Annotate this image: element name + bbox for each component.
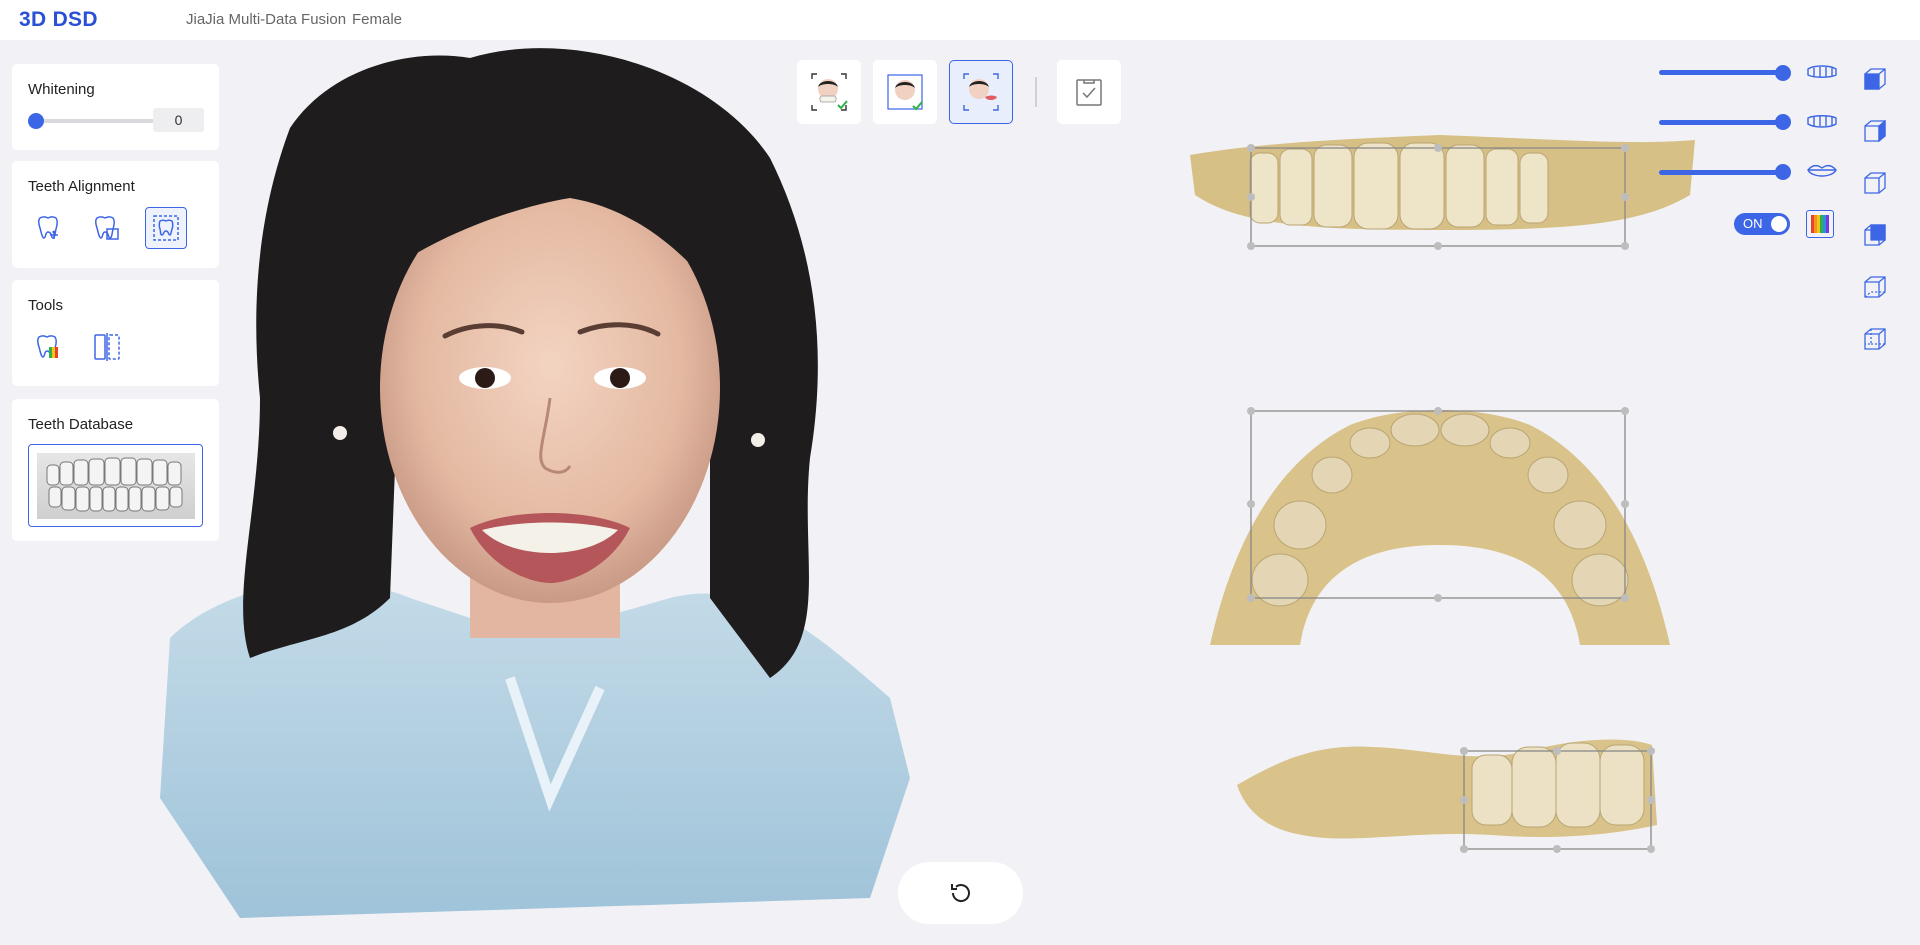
face-teeth-fusion-icon [811, 73, 848, 111]
view-back-icon [1864, 328, 1886, 350]
teeth-database-title: Teeth Database [28, 416, 134, 433]
tooth-move-icon [38, 216, 58, 239]
color-map-button[interactable] [1806, 210, 1834, 238]
whitening-slider-track[interactable] [30, 119, 154, 123]
tooth-color-map-button[interactable] [28, 326, 70, 368]
teeth-alignment-title: Teeth Alignment [28, 178, 135, 195]
view-bottom-icon [1864, 276, 1886, 298]
face-smile-design-button[interactable] [949, 60, 1013, 124]
toolbar-divider [1035, 77, 1037, 107]
lips-icon [1806, 162, 1838, 187]
tooth-copy-button[interactable] [86, 207, 128, 249]
display-toggle-label: ON [1743, 216, 1763, 231]
tooth-move-button[interactable] [28, 207, 70, 249]
arch-side-view[interactable] [1232, 735, 1662, 855]
clipboard-check-icon [1076, 79, 1102, 106]
lower-jaw-opacity-slider[interactable] [1659, 120, 1783, 125]
view-back-button[interactable] [1862, 326, 1888, 352]
occlusal-arch-view[interactable] [1210, 405, 1670, 645]
upper-jaw-opacity-slider[interactable] [1659, 70, 1783, 75]
upper-jaw-opacity-knob[interactable] [1775, 65, 1791, 81]
face-3d-model[interactable] [150, 38, 930, 938]
reset-button[interactable] [898, 862, 1023, 924]
view-top-button[interactable] [1862, 222, 1888, 248]
tooth-copy-icon [95, 216, 119, 240]
view-front-icon [1864, 68, 1886, 90]
view-left-icon [1864, 172, 1886, 194]
view-top-icon [1864, 224, 1886, 246]
color-spectrum-icon [1811, 215, 1829, 233]
project-name: JiaJia Multi-Data Fusion [186, 11, 347, 28]
display-toggle[interactable]: ON [1734, 213, 1790, 235]
face-teeth-fusion-button[interactable] [797, 60, 861, 124]
view-right-button[interactable] [1862, 118, 1888, 144]
lower-jaw-icon [1806, 113, 1838, 134]
lips-opacity-slider[interactable] [1659, 170, 1783, 175]
lower-jaw-opacity-knob[interactable] [1775, 114, 1791, 130]
mirror-split-icon [94, 333, 120, 361]
face-smile-design-icon [963, 73, 999, 111]
view-right-icon [1864, 119, 1886, 143]
tooth-color-map-icon [37, 335, 58, 358]
tools-title: Tools [28, 297, 64, 314]
view-front-button[interactable] [1862, 66, 1888, 92]
lips-opacity-knob[interactable] [1775, 164, 1791, 180]
face-scan-check-icon [887, 74, 923, 111]
mirror-split-button[interactable] [86, 326, 128, 368]
whitening-slider-knob[interactable] [28, 113, 44, 129]
top-bar: 3D DSD JiaJia Multi-Data Fusion Female [0, 0, 1920, 40]
face-scan-check-button[interactable] [873, 60, 937, 124]
upper-arch-front-view[interactable] [1190, 135, 1695, 255]
view-bottom-button[interactable] [1862, 274, 1888, 300]
app-brand: 3D DSD [19, 8, 98, 31]
confirm-button[interactable] [1057, 60, 1121, 124]
whitening-title: Whitening [28, 81, 95, 98]
patient-gender: Female [352, 11, 403, 28]
upper-jaw-icon [1806, 64, 1838, 85]
reset-icon [950, 884, 970, 902]
view-left-button[interactable] [1862, 170, 1888, 196]
display-toggle-knob [1771, 216, 1787, 232]
